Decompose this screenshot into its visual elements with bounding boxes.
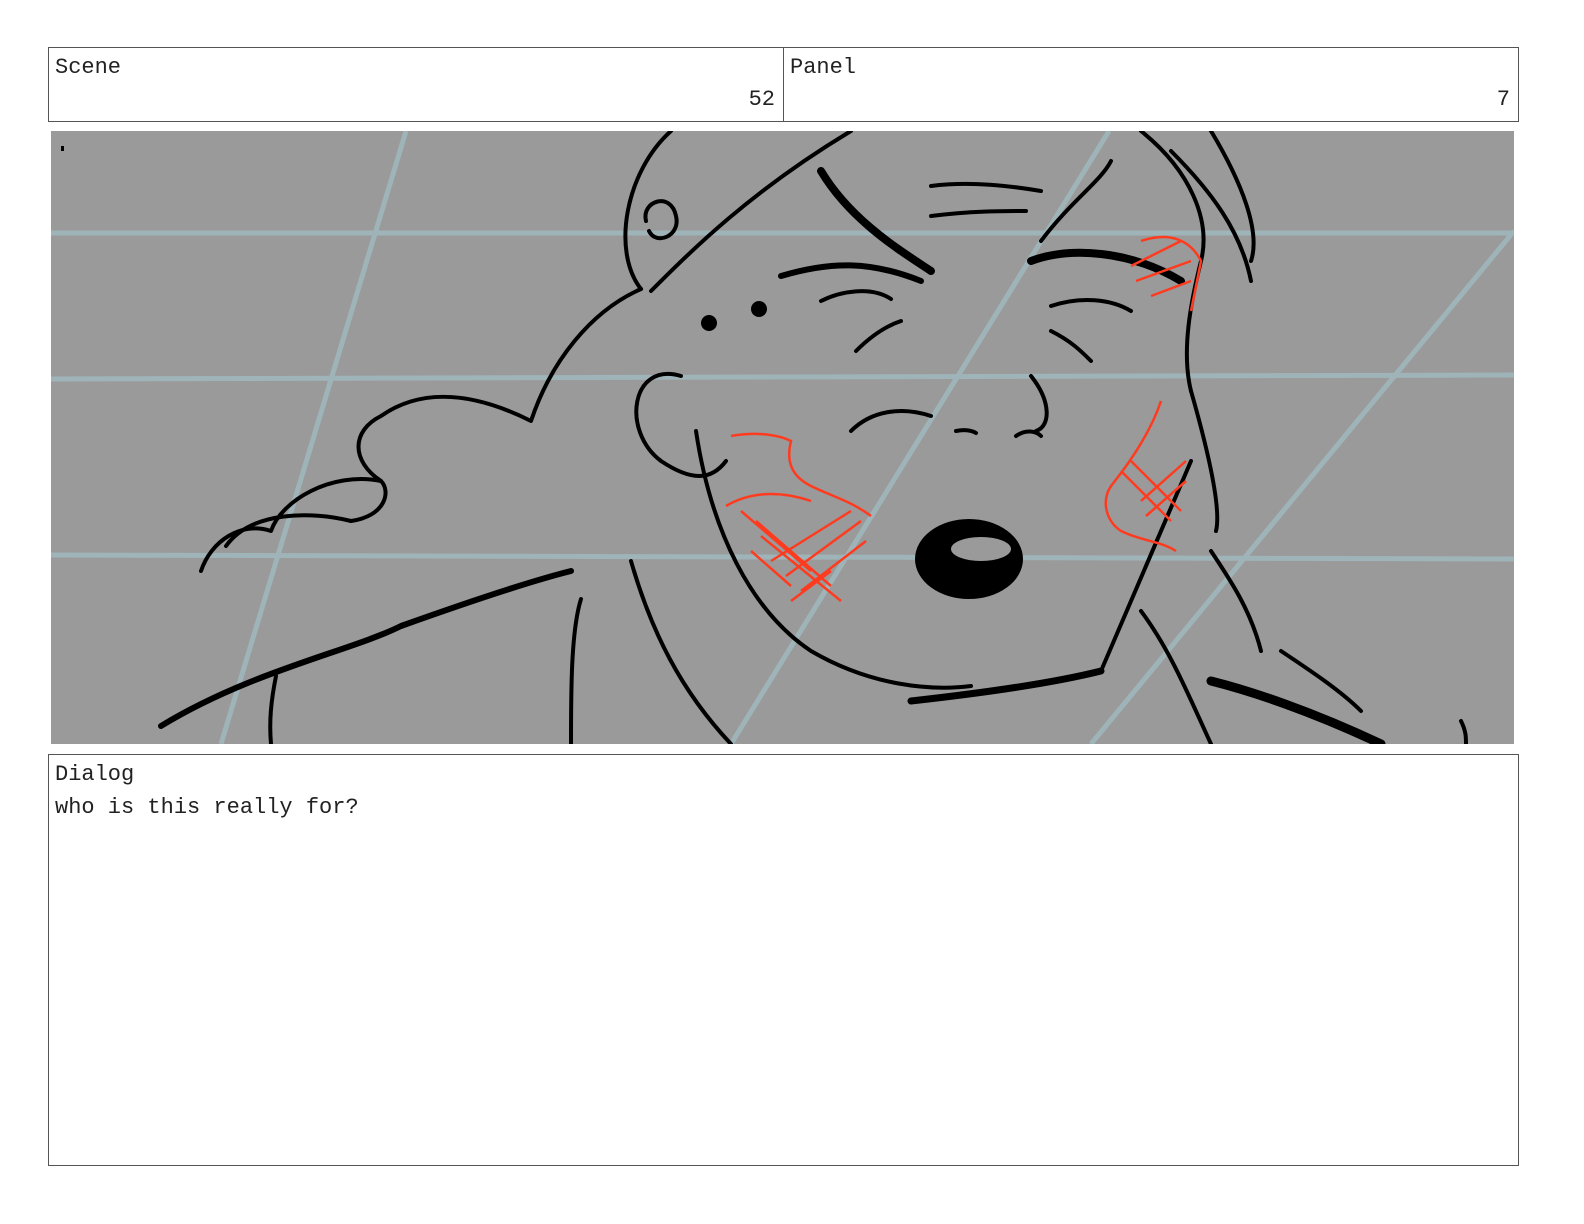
dialog-text: who is this really for? xyxy=(55,795,359,820)
storyboard-frame xyxy=(51,131,1514,744)
dialog-label: Dialog xyxy=(55,762,135,787)
scene-label: Scene xyxy=(55,55,122,80)
mouth-highlight xyxy=(951,537,1011,561)
scene-panel-header: Scene 52 Panel 7 xyxy=(48,47,1519,122)
panel-number: 7 xyxy=(1496,87,1510,112)
scene-cell: Scene 52 xyxy=(49,48,783,121)
scene-number: 52 xyxy=(748,87,775,112)
character-sketch xyxy=(158,131,1468,744)
storyboard-sketch xyxy=(51,131,1514,744)
panel-label: Panel xyxy=(790,55,857,80)
dialog-box: Dialog who is this really for? xyxy=(48,754,1519,1166)
panel-cell: Panel 7 xyxy=(783,48,1518,121)
sketch-fills xyxy=(61,146,1023,599)
